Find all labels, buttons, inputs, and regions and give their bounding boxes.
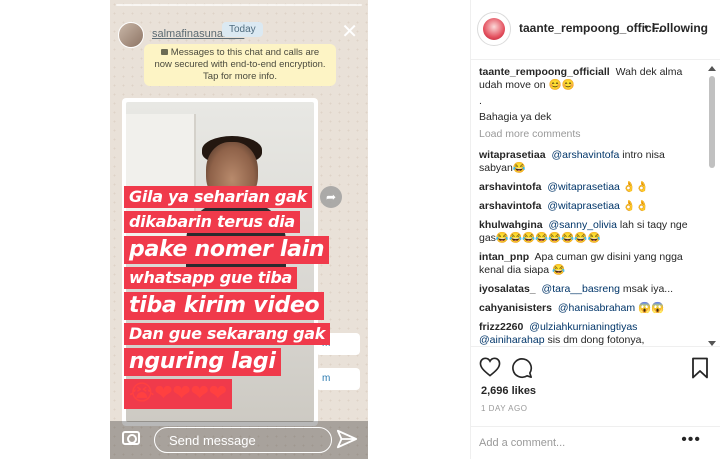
camera-icon (122, 431, 140, 445)
comments-scrollbar[interactable] (708, 66, 716, 346)
caption-line-3: Bahagia ya dek (479, 111, 552, 123)
post-header: taante_rempoong_offici... • Following (471, 0, 720, 60)
comment-text: sis dm dong fotonya, (547, 334, 645, 346)
comment-item: cahyanisisters @hanisabraham 😱😱 (479, 302, 701, 315)
overlay-line: tiba kirim video (124, 292, 325, 320)
lock-icon (160, 49, 168, 55)
overlay-line: Gila ya seharian gak (124, 186, 312, 208)
comment-username[interactable]: khulwahgina (479, 219, 543, 231)
likes-count[interactable]: 2,696 likes (481, 385, 536, 397)
comment-item: frizz2260 @ulziahkurnianingtiyas @ainiha… (479, 321, 701, 346)
overlay-line: pake nomer lain (124, 236, 330, 264)
story-screenshot: salmafinasunan_m Today ✕ Messages to thi… (110, 0, 368, 459)
comment-text: 👌👌 (622, 200, 649, 212)
close-icon: ✕ (341, 21, 358, 43)
add-comment-section: ••• (471, 426, 720, 459)
encryption-notice-text: Messages to this chat and calls are now … (154, 47, 326, 82)
post-media-area: salmafinasunan_m Today ✕ Messages to thi… (0, 0, 470, 459)
comment-username[interactable]: arshavintofa (479, 200, 541, 212)
overlay-line: whatsapp gue tiba (124, 267, 297, 289)
direct-send-icon (336, 429, 358, 449)
comment-text: 😱😱 (638, 302, 665, 314)
load-more-comments-button[interactable]: Load more comments (479, 128, 701, 141)
comment-item: iyosalatas_ @tara__basreng msak iya... (479, 283, 701, 296)
comment-item: intan_pnp Apa cuman gw disini yang ngga … (479, 251, 701, 277)
post-timestamp[interactable]: 1 DAY AGO (481, 404, 527, 413)
send-message-field: Send message (154, 427, 332, 453)
comment-mention[interactable]: @sanny_olivia (549, 219, 617, 231)
comment-username[interactable]: intan_pnp (479, 251, 529, 263)
comment-text: msak iya... (622, 283, 674, 295)
comment-mention[interactable]: @arshavintofa (551, 149, 619, 161)
bookmark-icon[interactable] (691, 357, 709, 379)
scrollbar-thumb[interactable] (709, 76, 715, 168)
overlay-line: Dan gue sekarang gak (124, 323, 331, 345)
overlay-line: dikabarin terus dia (124, 211, 300, 233)
caption: taante_rempoong_officiall Wah dek alma u… (479, 66, 701, 92)
overlay-emoji-row: 😭❤❤❤❤ (124, 379, 232, 409)
comment-item: witaprasetiaa @arshavintofa intro nisa s… (479, 149, 701, 175)
header-separator: • (644, 20, 649, 34)
story-text-overlay: Gila ya seharian gak dikabarin terus dia… (124, 186, 334, 412)
chat-date-badge: Today (222, 22, 263, 37)
comment-mention[interactable]: @witaprasetiaa (547, 181, 620, 193)
send-message-placeholder: Send message (169, 433, 256, 448)
like-heart-icon[interactable] (479, 357, 501, 377)
more-options-icon[interactable]: ••• (681, 431, 701, 449)
comment-username[interactable]: iyosalatas_ (479, 283, 536, 295)
story-reply-bar: Send message (110, 421, 368, 459)
comment-mention[interactable]: @tara__basreng (542, 283, 620, 295)
comment-item: arshavintofa @witaprasetiaa 👌👌 (479, 181, 701, 194)
story-avatar (118, 22, 144, 48)
story-progress-bar (116, 4, 362, 6)
profile-avatar[interactable] (477, 12, 511, 46)
post-side-panel: taante_rempoong_offici... • Following ta… (470, 0, 720, 459)
comment-mention[interactable]: @witaprasetiaa (547, 200, 620, 212)
comment-bubble-icon[interactable] (511, 357, 533, 379)
caption-line-2: . (479, 95, 482, 107)
scroll-up-arrow-icon[interactable] (708, 66, 716, 71)
comment-item: arshavintofa @witaprasetiaa 👌👌 (479, 200, 701, 213)
post-actions: 2,696 likes 1 DAY AGO (471, 346, 720, 426)
comment-text: 👌👌 (622, 181, 649, 193)
caption-username[interactable]: taante_rempoong_officiall (479, 66, 610, 78)
comment-item: khulwahgina @sanny_olivia lah si taqy ng… (479, 219, 701, 245)
avatar-logo (483, 18, 505, 40)
encryption-notice: Messages to this chat and calls are now … (144, 44, 336, 86)
following-button[interactable]: Following (652, 21, 708, 35)
comment-username[interactable]: frizz2260 (479, 321, 523, 333)
comment-username[interactable]: cahyanisisters (479, 302, 552, 314)
overlay-line: nguring lagi (124, 348, 281, 376)
add-comment-input[interactable] (479, 434, 679, 452)
comment-mention[interactable]: @hanisabraham (558, 302, 635, 314)
comments-list: taante_rempoong_officiall Wah dek alma u… (479, 66, 701, 346)
comment-username[interactable]: witaprasetiaa (479, 149, 546, 161)
comment-username[interactable]: arshavintofa (479, 181, 541, 193)
